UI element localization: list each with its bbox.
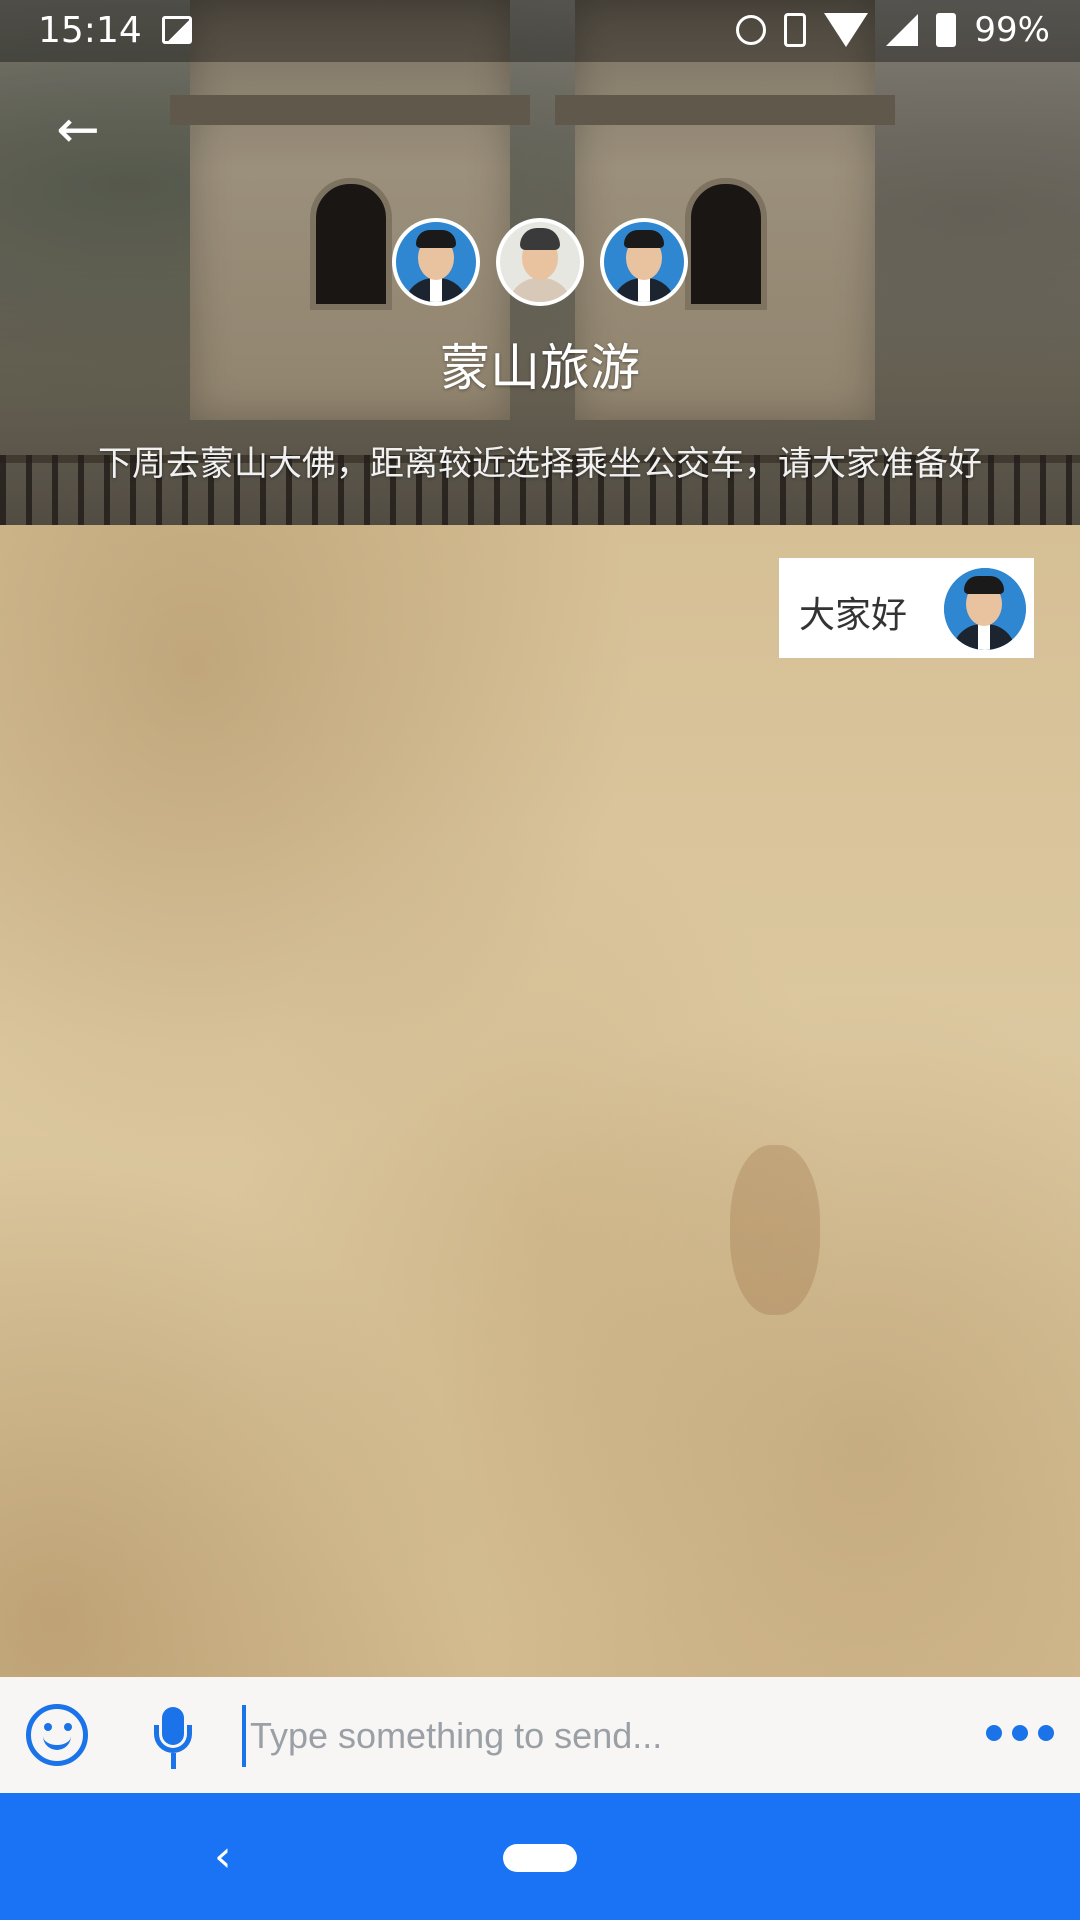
wifi-icon (824, 13, 869, 47)
avatar[interactable] (392, 218, 480, 306)
microphone-icon[interactable] (150, 1707, 196, 1771)
group-notice: 下周去蒙山大佛，距离较近选择乘坐公交车，请大家准备好 (98, 444, 982, 484)
chat-area[interactable]: 大家好 (0, 525, 1080, 1677)
nav-back-icon[interactable]: ‹ (214, 1831, 232, 1882)
more-dots-icon[interactable] (986, 1725, 1054, 1741)
vibrate-icon (784, 13, 807, 47)
status-time: 15:14 (38, 10, 142, 51)
emoji-icon[interactable] (26, 1704, 88, 1766)
message-text: 大家好 (799, 595, 908, 636)
sender-avatar[interactable] (940, 564, 1030, 654)
battery-percent: 99% (974, 10, 1050, 50)
alarm-icon (736, 15, 767, 45)
nav-home-pill[interactable] (503, 1844, 577, 1872)
image-icon (162, 16, 192, 44)
battery-icon (936, 13, 957, 47)
member-avatars (0, 218, 1080, 306)
status-bar: 15:14 99% (0, 0, 1080, 62)
group-title: 蒙山旅游 (440, 339, 640, 397)
signal-icon (886, 14, 919, 46)
input-bar (0, 1677, 1080, 1793)
message-bubble[interactable]: 大家好 (779, 558, 1034, 658)
navigation-bar: ‹ (0, 1793, 1080, 1920)
avatar[interactable] (496, 218, 584, 306)
avatar[interactable] (600, 218, 688, 306)
message-input[interactable] (242, 1705, 952, 1767)
group-header: ← 蒙山旅游 下周去蒙山大佛，距离较近选择乘坐公交车，请大家准备好 (0, 0, 1080, 525)
back-arrow-icon[interactable]: ← (48, 104, 108, 156)
